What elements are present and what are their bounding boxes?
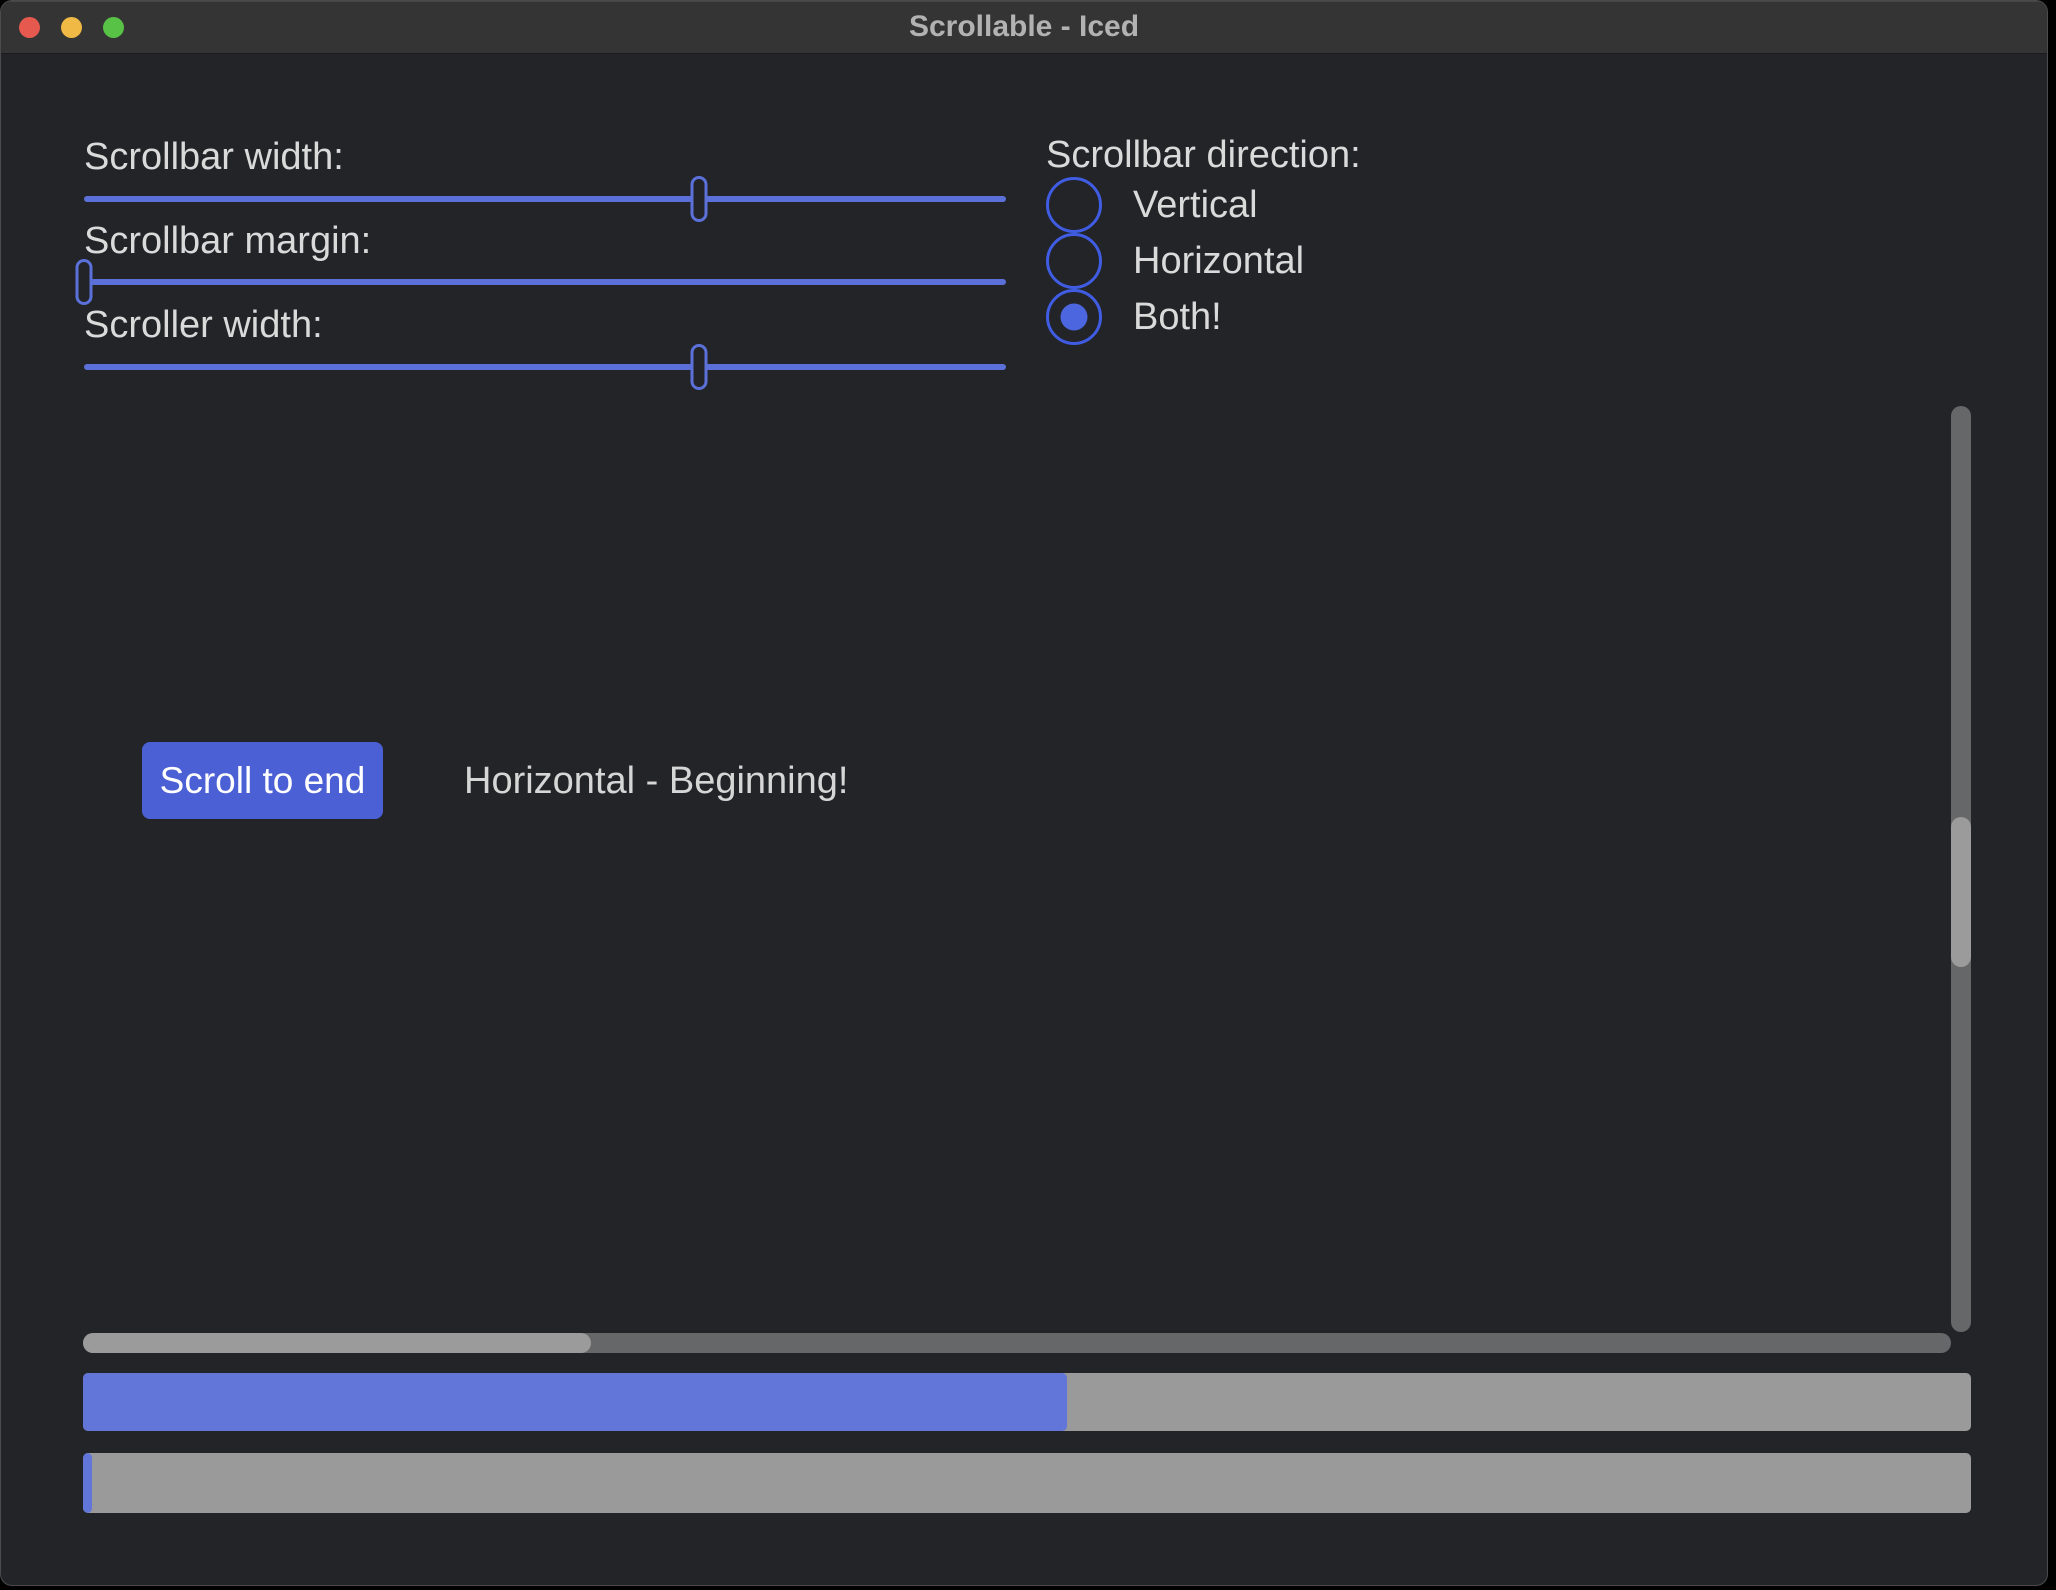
radio-option-horizontal[interactable]: Horizontal	[1046, 233, 1361, 289]
scroll-to-end-button[interactable]: Scroll to end	[142, 742, 383, 819]
slider-handle[interactable]	[76, 259, 93, 305]
radio-circle-icon[interactable]	[1046, 289, 1102, 345]
app-window: Scrollable - Iced Scrollbar width: Scrol…	[0, 0, 2048, 1586]
radio-option-both[interactable]: Both!	[1046, 289, 1361, 345]
scrollbar-direction-label: Scrollbar direction:	[1046, 133, 1361, 177]
scroll-status-text: Horizontal - Beginning!	[464, 759, 848, 803]
horizontal-progress-bar	[83, 1373, 1971, 1431]
radio-circle-icon[interactable]	[1046, 233, 1102, 289]
progress-fill	[83, 1453, 92, 1513]
scrollbar-width-slider[interactable]	[84, 176, 1006, 222]
slider-rail[interactable]	[84, 196, 1006, 202]
radio-circle-icon[interactable]	[1046, 177, 1102, 233]
scroller-width-label: Scroller width:	[84, 303, 323, 347]
vertical-scrollbar-thumb[interactable]	[1951, 817, 1971, 967]
radio-option-vertical[interactable]: Vertical	[1046, 177, 1361, 233]
slider-rail[interactable]	[84, 364, 1006, 370]
radio-option-label: Both!	[1133, 296, 1222, 339]
radio-option-label: Horizontal	[1133, 240, 1304, 283]
scroller-width-slider[interactable]	[84, 344, 1006, 390]
slider-handle[interactable]	[690, 176, 707, 222]
vertical-scrollbar-track[interactable]	[1951, 406, 1971, 1332]
scrollbar-margin-label: Scrollbar margin:	[84, 219, 371, 263]
titlebar: Scrollable - Iced	[1, 1, 2047, 54]
scrollbar-direction-group: Scrollbar direction: Vertical Horizontal…	[1046, 133, 1361, 345]
scrollbar-width-label: Scrollbar width:	[84, 135, 344, 179]
progress-fill	[83, 1373, 1067, 1431]
scrollbar-margin-slider[interactable]	[84, 259, 1006, 305]
slider-rail[interactable]	[84, 279, 1006, 285]
horizontal-scrollbar-thumb[interactable]	[83, 1333, 591, 1353]
radio-option-label: Vertical	[1133, 184, 1258, 227]
window-title: Scrollable - Iced	[1, 1, 2047, 53]
horizontal-scrollbar-track[interactable]	[83, 1333, 1951, 1353]
slider-handle[interactable]	[690, 344, 707, 390]
vertical-progress-bar	[83, 1453, 1971, 1513]
